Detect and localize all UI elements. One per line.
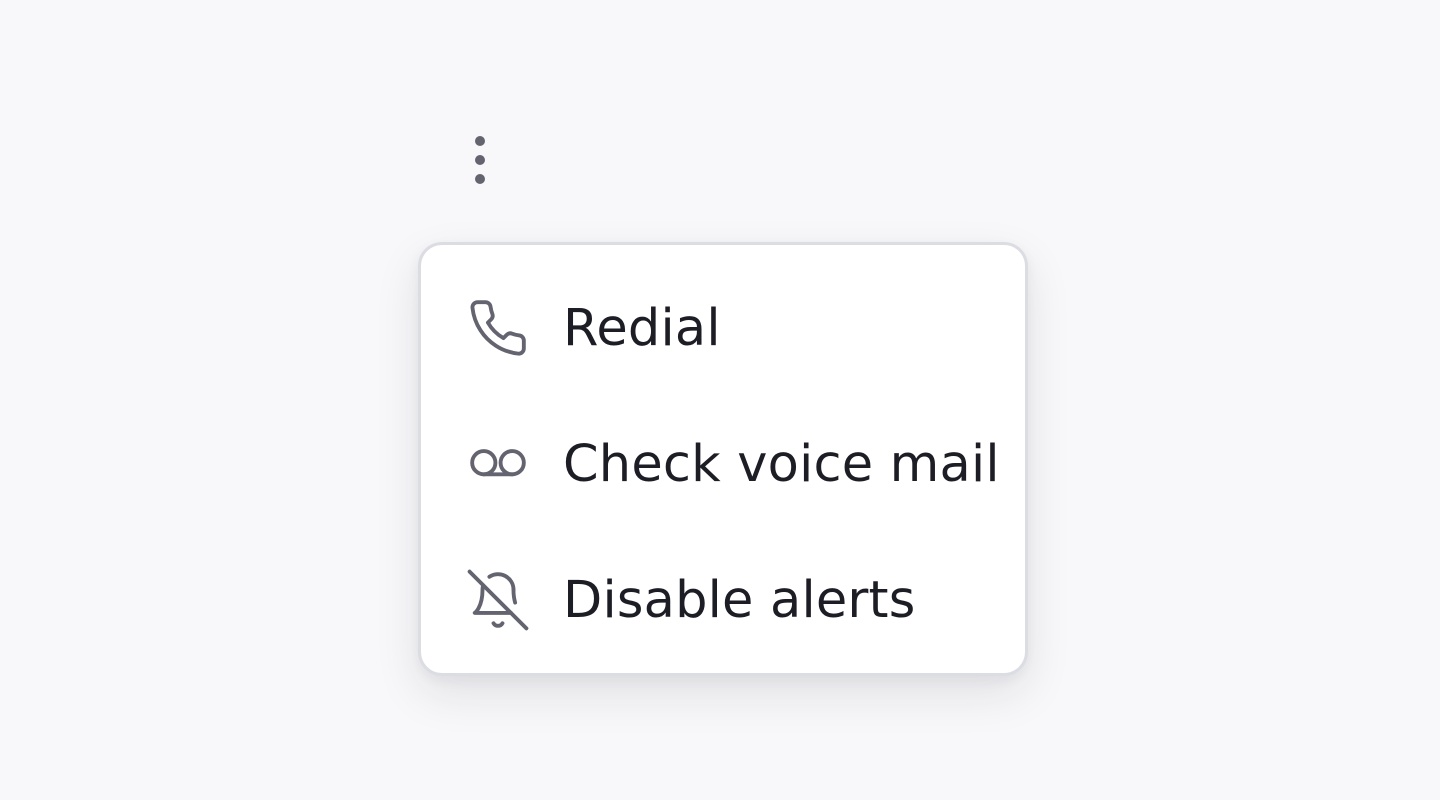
menu-item-label: Redial — [563, 298, 721, 358]
menu-item-label: Check voice mail — [563, 434, 1000, 494]
more-vertical-icon — [475, 136, 485, 184]
page: Redial Check voice mail Disable alerts — [0, 0, 1440, 800]
menu-item-redial[interactable]: Redial — [421, 260, 1025, 396]
bell-off-icon — [467, 569, 529, 631]
menu-item-label: Disable alerts — [563, 570, 916, 630]
menu-item-disable-alerts[interactable]: Disable alerts — [421, 532, 1025, 668]
more-options-button[interactable] — [456, 130, 504, 190]
phone-icon — [467, 297, 529, 359]
menu-item-check-voice-mail[interactable]: Check voice mail — [421, 396, 1025, 532]
voicemail-icon — [467, 433, 529, 495]
dropdown-menu: Redial Check voice mail Disable alerts — [418, 242, 1028, 676]
